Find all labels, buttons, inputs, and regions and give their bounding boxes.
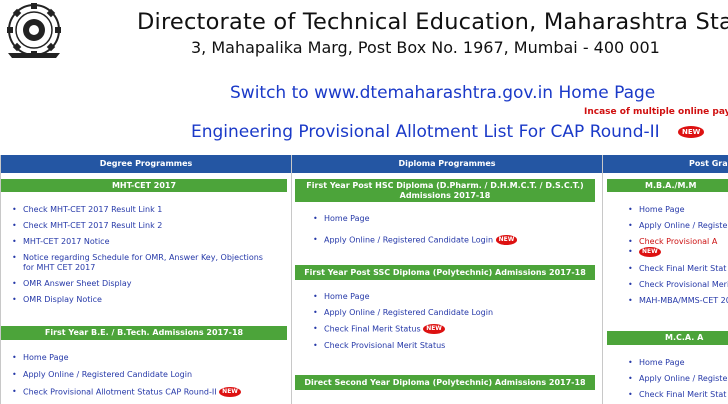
hsc-diploma-title: First Year Post HSC Diploma (D.Pharm. / …: [295, 179, 595, 202]
list-item[interactable]: Check MHT-CET 2017 Result Link 1: [9, 205, 279, 215]
list-item[interactable]: Apply Online / Registered Candidate Logi…: [310, 235, 590, 246]
new-badge-icon: NEW: [219, 387, 241, 397]
postgrad-heading: Post Gra: [603, 155, 728, 173]
list-item[interactable]: Apply Online / Registered Candidate Logi…: [310, 308, 590, 318]
mhtcet-list: Check MHT-CET 2017 Result Link 1 Check M…: [9, 205, 279, 305]
list-item[interactable]: Check Final Merit Status NEW: [310, 324, 590, 335]
ssc-diploma-title: First Year Post SSC Diploma (Polytechnic…: [295, 265, 595, 280]
mca-title: M.C.A. A: [607, 331, 728, 345]
degree-heading: Degree Programmes: [1, 155, 291, 173]
new-badge-icon: NEW: [423, 324, 445, 334]
list-item[interactable]: OMR Display Notice: [9, 295, 279, 305]
new-badge-icon: NEW: [678, 126, 705, 138]
be-admissions-title: First Year B.E. / B.Tech. Admissions 201…: [1, 326, 287, 340]
new-badge-icon: NEW: [639, 247, 661, 257]
list-item[interactable]: Notice regarding Schedule for OMR, Answe…: [9, 253, 273, 273]
list-item[interactable]: Home Page: [625, 205, 728, 215]
list-item[interactable]: MAH-MBA/MMS-CET 20: [625, 296, 728, 306]
list-item[interactable]: Check Final Merit Stat: [625, 390, 728, 400]
list-item[interactable]: Check Final Merit Stat: [625, 264, 728, 274]
engineering-allotment-link[interactable]: Engineering Provisional Allotment List F…: [191, 122, 660, 142]
list-item[interactable]: Apply Online / Registe: [625, 374, 728, 384]
payment-notice: Incase of multiple online payme: [584, 107, 728, 117]
diploma-heading: Diploma Programmes: [292, 155, 602, 173]
postgrad-column: Post Gra M.B.A./M.M Home Page Apply Onli…: [602, 155, 728, 404]
diploma-column: Diploma Programmes First Year Post HSC D…: [291, 155, 602, 404]
list-item[interactable]: Home Page: [9, 353, 279, 363]
degree-column: Degree Programmes MHT-CET 2017 Check MHT…: [0, 155, 291, 404]
list-item[interactable]: MHT-CET 2017 Notice: [9, 237, 279, 247]
list-item[interactable]: Apply Online / Registe: [625, 221, 728, 231]
site-address: 3, Mahapalika Marg, Post Box No. 1967, M…: [191, 38, 660, 57]
list-item[interactable]: Check Provisional Merit Status: [310, 341, 590, 351]
list-item[interactable]: Home Page: [310, 214, 590, 224]
list-item[interactable]: Check Provisional A: [625, 237, 728, 247]
switch-home-link[interactable]: Switch to www.dtemaharashtra.gov.in Home…: [230, 83, 655, 103]
be-list: Home Page Apply Online / Registered Cand…: [9, 353, 279, 398]
mhtcet-title: MHT-CET 2017: [1, 179, 287, 192]
dsd-diploma-title: Direct Second Year Diploma (Polytechnic)…: [295, 375, 595, 390]
list-item[interactable]: Check MHT-CET 2017 Result Link 2: [9, 221, 279, 231]
list-item[interactable]: Check Provisional Meri: [625, 280, 728, 290]
mba-list: Home Page Apply Online / Registe Check P…: [625, 205, 728, 306]
mca-list: Home Page Apply Online / Registe Check F…: [625, 358, 728, 400]
new-badge-icon: NEW: [495, 235, 518, 245]
new-badge-row: NEW: [625, 247, 728, 258]
page-header: Directorate of Technical Education, Maha…: [0, 0, 728, 62]
mba-title: M.B.A./M.M: [607, 179, 728, 192]
dte-logo-icon: [7, 3, 61, 58]
list-item[interactable]: OMR Answer Sheet Display: [9, 279, 279, 289]
list-item[interactable]: Apply Online / Registered Candidate Logi…: [9, 370, 279, 380]
list-item[interactable]: Home Page: [310, 292, 590, 302]
hsc-list: Home Page Apply Online / Registered Cand…: [310, 214, 590, 246]
list-item[interactable]: Home Page: [625, 358, 728, 368]
list-item[interactable]: Check Provisional Allotment Status CAP R…: [9, 387, 279, 398]
ssc-list: Home Page Apply Online / Registered Cand…: [310, 292, 590, 351]
site-title: Directorate of Technical Education, Maha…: [137, 9, 728, 35]
